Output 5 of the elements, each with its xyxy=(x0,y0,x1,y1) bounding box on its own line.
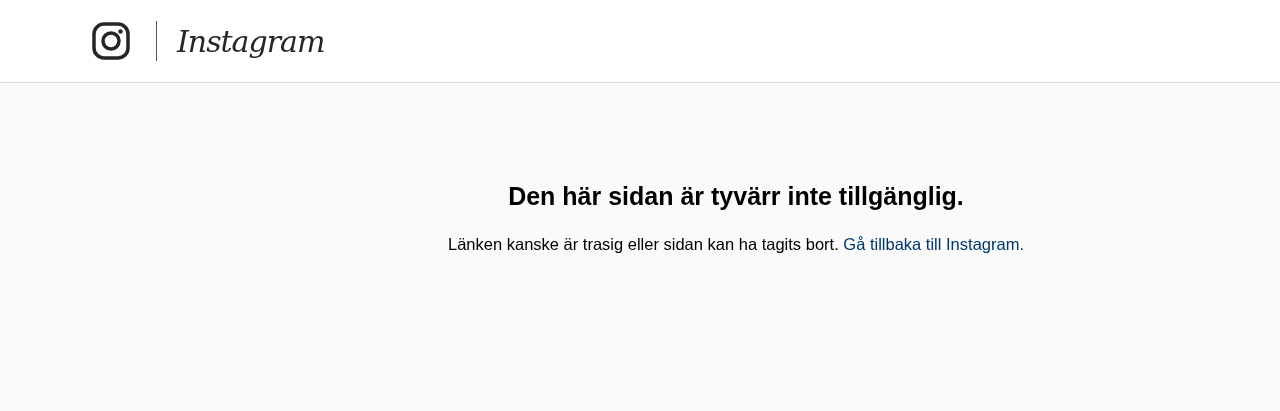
logo-wordmark[interactable]: Instagram xyxy=(177,23,325,59)
error-title: Den här sidan är tyvärr inte tillgänglig. xyxy=(508,182,964,211)
back-link[interactable]: Gå tillbaka till Instagram. xyxy=(843,235,1024,253)
camera-icon[interactable] xyxy=(92,22,130,60)
error-message: Länken kanske är trasig eller sidan kan ha tagits bort. Gå tillbaka till Instagram. xyxy=(448,235,1024,254)
